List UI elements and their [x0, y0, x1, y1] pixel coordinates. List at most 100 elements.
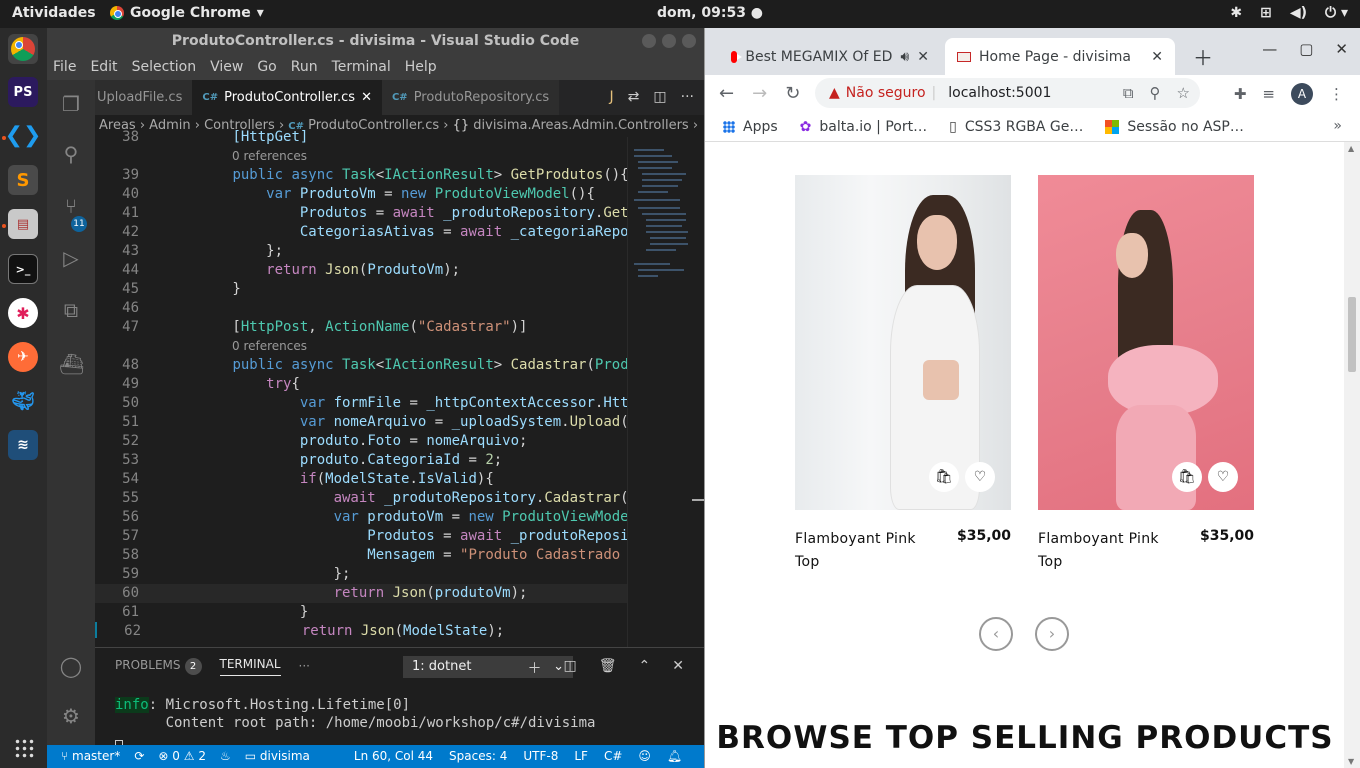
code-line[interactable]: 58 Mensagem = "Produto Cadastrado	[95, 546, 677, 565]
maximize-button[interactable]: ▢	[1299, 40, 1313, 58]
docker-icon[interactable]: ⛴	[59, 352, 84, 376]
split-editor-icon[interactable]: ◫	[653, 89, 666, 105]
media-control-icon[interactable]: ≡	[1262, 85, 1275, 103]
product-image[interactable]: 🛍︎ ♡	[1038, 175, 1254, 510]
vscode-dock-icon[interactable]: ❮❯	[5, 120, 42, 150]
minimize-button[interactable]: —	[1262, 40, 1277, 58]
browser-tab-divisima[interactable]: Home Page - divisima ✕	[945, 38, 1175, 75]
browser-tab-youtube[interactable]: Best MEGAMIX Of ED 🔊︎ ✕	[719, 38, 941, 75]
codelens-references[interactable]: 0 references	[95, 147, 677, 166]
sync-icon[interactable]: ⟳	[134, 745, 144, 768]
files-dock-icon[interactable]: ▤	[8, 209, 38, 239]
flame-icon[interactable]: ♨	[220, 745, 231, 768]
zoom-icon[interactable]: ⚲	[1150, 84, 1161, 102]
chrome-dock-icon[interactable]	[8, 34, 38, 64]
code-line[interactable]: 43 };	[95, 242, 677, 261]
show-applications-icon[interactable]	[14, 738, 34, 758]
close-button[interactable]	[682, 34, 696, 48]
indentation[interactable]: Spaces: 4	[449, 745, 507, 768]
code-line[interactable]: 59 };	[95, 565, 677, 584]
add-to-cart-button[interactable]: 🛍︎	[1172, 462, 1202, 492]
explorer-icon[interactable]: ❐	[59, 92, 83, 116]
language-mode[interactable]: C#	[604, 745, 622, 768]
carousel-next-button[interactable]: ›	[1035, 617, 1069, 651]
translate-icon[interactable]: ⧉	[1123, 84, 1134, 102]
menu-edit[interactable]: Edit	[90, 59, 117, 75]
code-line[interactable]: 38 [HttpGet]	[95, 128, 677, 147]
extensions-icon[interactable]: ⧉	[59, 298, 83, 322]
bookmark-apps[interactable]: Apps	[723, 119, 778, 135]
extensions-icon[interactable]: ✚	[1234, 85, 1247, 103]
code-line[interactable]: 60 return Json(produtoVm);	[95, 584, 677, 603]
more-actions-icon[interactable]: ···	[681, 89, 694, 105]
power-icon[interactable]: ⏻ ▾	[1325, 5, 1348, 21]
codelens-references[interactable]: 0 references	[95, 337, 677, 356]
code-line[interactable]: 52 produto.Foto = nomeArquivo;	[95, 432, 677, 451]
slack-tray-icon[interactable]: ✱	[1230, 5, 1242, 21]
bell-icon[interactable]: 🔔︎	[667, 745, 682, 768]
gear-icon[interactable]: ⚙	[59, 704, 83, 728]
cursor-position[interactable]: Ln 60, Col 44	[354, 745, 433, 768]
code-line[interactable]: 48 public async Task<IActionResult> Cada…	[95, 356, 677, 375]
code-line[interactable]: 56 var produtoVm = new ProdutoViewMode	[95, 508, 677, 527]
system-tray[interactable]: ✱ ⊞ ◀) ⏻ ▾	[1230, 5, 1348, 21]
code-line[interactable]: 49 try{	[95, 375, 677, 394]
minimap[interactable]	[627, 137, 692, 647]
encoding[interactable]: UTF-8	[523, 745, 558, 768]
more-bookmarks-icon[interactable]: »	[1333, 118, 1342, 134]
security-label[interactable]: Não seguro	[846, 85, 926, 101]
code-line[interactable]: 50 var formFile = _httpContextAccessor.H…	[95, 394, 677, 413]
bookmark-css3[interactable]: ▯ CSS3 RGBA Ge…	[949, 119, 1083, 135]
new-terminal-icon[interactable]: ＋	[528, 658, 542, 678]
menu-help[interactable]: Help	[405, 59, 437, 75]
code-line[interactable]: 54 if(ModelState.IsValid){	[95, 470, 677, 489]
page-scrollbar[interactable]: ▲ ▼	[1344, 142, 1360, 768]
maximize-button[interactable]	[662, 34, 676, 48]
branch-indicator[interactable]: ⑂ master*	[61, 745, 120, 768]
close-icon[interactable]: ✕	[361, 80, 372, 115]
more-tabs-button[interactable]: ···	[299, 659, 310, 673]
tab-problems[interactable]: PROBLEMS 2	[115, 657, 202, 675]
code-line[interactable]: 44 return Json(ProdutoVm);	[95, 261, 677, 280]
code-line[interactable]: 57 Produtos = await _produtoReposi	[95, 527, 677, 546]
bookmark-star-icon[interactable]: ☆	[1177, 84, 1190, 102]
menu-run[interactable]: Run	[291, 59, 318, 75]
clock[interactable]: dom, 09:53 ●	[0, 5, 1360, 21]
sublime-dock-icon[interactable]: S	[8, 165, 38, 195]
bookmark-aspnet[interactable]: Sessão no ASP…	[1105, 119, 1244, 135]
source-control-icon[interactable]: ⑂	[59, 194, 83, 218]
avatar[interactable]: A	[1291, 83, 1313, 105]
forward-icon[interactable]: →	[752, 83, 767, 104]
menu-view[interactable]: View	[210, 59, 243, 75]
account-icon[interactable]: ◯	[59, 654, 83, 678]
menu-kebab-icon[interactable]: ⋮	[1329, 85, 1344, 103]
audio-icon[interactable]: 🔊︎	[900, 49, 909, 65]
scrollbar-thumb[interactable]	[1348, 297, 1356, 372]
js-file-icon[interactable]: J	[610, 89, 614, 105]
close-button[interactable]: ✕	[1335, 40, 1348, 58]
close-icon[interactable]: ✕	[917, 49, 929, 65]
compare-changes-icon[interactable]: ⇄	[628, 89, 640, 105]
wishlist-heart-icon[interactable]: ♡	[1208, 462, 1238, 492]
new-tab-button[interactable]: ＋	[1181, 38, 1225, 75]
run-debug-icon[interactable]: ▷	[59, 246, 83, 270]
back-icon[interactable]: ←	[719, 83, 734, 104]
code-line[interactable]: 62 return Json(ModelState);	[95, 622, 677, 638]
editor-scrollbar[interactable]	[692, 137, 704, 647]
code-line[interactable]: 42 CategoriasAtivas = await _categoriaRe…	[95, 223, 677, 242]
close-panel-icon[interactable]: ✕	[672, 658, 684, 678]
search-icon[interactable]: ⚲	[59, 142, 83, 166]
product-image[interactable]: 🛍︎ ♡	[795, 175, 1011, 510]
network-icon[interactable]: ⊞	[1260, 5, 1272, 21]
wishlist-heart-icon[interactable]: ♡	[965, 462, 995, 492]
postman-dock-icon[interactable]: ✈	[8, 342, 38, 372]
code-line[interactable]: 41 Produtos = await _produtoRepository.G…	[95, 204, 677, 223]
volume-icon[interactable]: ◀)	[1290, 5, 1307, 21]
code-line[interactable]: 47 [HttpPost, ActionName("Cadastrar")]	[95, 318, 677, 337]
docker-dock-icon[interactable]: 🐳︎	[8, 386, 38, 416]
end-of-line[interactable]: LF	[574, 745, 588, 768]
product-card[interactable]: 🛍︎ ♡ Flamboyant Pink Top $35,00	[1038, 175, 1254, 570]
menu-selection[interactable]: Selection	[132, 59, 197, 75]
tab-terminal[interactable]: TERMINAL	[219, 657, 281, 676]
menu-file[interactable]: File	[53, 59, 76, 75]
